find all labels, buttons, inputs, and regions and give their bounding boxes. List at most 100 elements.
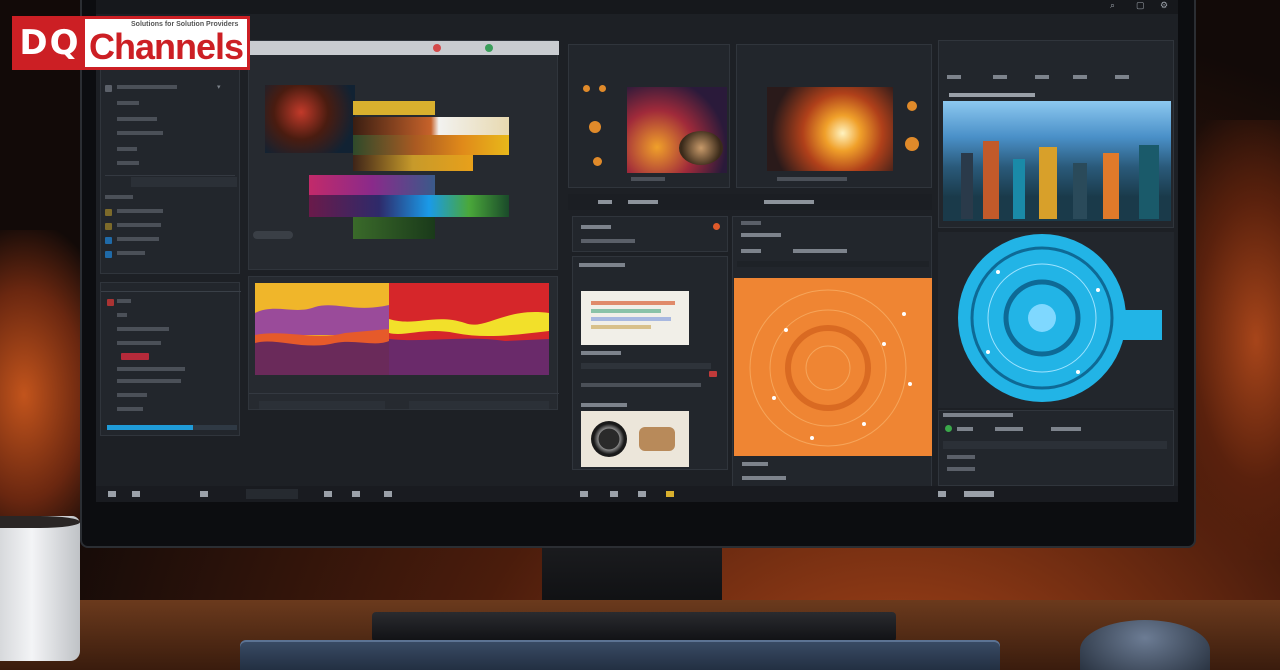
color-swatch[interactable] — [121, 353, 149, 360]
property-item[interactable] — [117, 379, 181, 383]
tray-icon[interactable] — [938, 491, 946, 497]
property-item[interactable] — [117, 341, 161, 345]
image-thumbnail[interactable] — [265, 85, 355, 153]
asset-thumbnail-objects[interactable] — [581, 411, 689, 467]
brand-name: Channels — [89, 26, 244, 67]
swatch-strip[interactable] — [309, 195, 509, 217]
property-item[interactable] — [117, 407, 143, 411]
swatch-strip[interactable] — [353, 217, 435, 239]
swatch-strip[interactable] — [309, 175, 435, 195]
brand-letters: DQ — [15, 19, 85, 67]
layer-item[interactable] — [117, 251, 145, 255]
tab-label[interactable] — [947, 75, 961, 79]
area-series-purple — [255, 305, 389, 335]
app-icon[interactable] — [580, 491, 588, 497]
asset-label — [581, 403, 627, 407]
marker-icon[interactable] — [593, 157, 602, 166]
layer-item[interactable] — [117, 223, 161, 227]
swatch-strip[interactable] — [353, 101, 435, 115]
tree-item[interactable] — [117, 85, 177, 89]
tab-label[interactable] — [1035, 75, 1049, 79]
transport-bar — [568, 194, 932, 210]
city-preview-image[interactable] — [943, 101, 1171, 221]
panel-header — [737, 261, 929, 267]
chevron-down-icon[interactable]: ▾ — [217, 83, 221, 91]
app-icon[interactable] — [132, 491, 140, 497]
taskbar — [96, 486, 1178, 502]
coffee-mug — [0, 516, 80, 661]
transport-button[interactable] — [628, 200, 658, 204]
play-icon[interactable] — [583, 85, 590, 92]
ok-icon[interactable] — [485, 44, 493, 52]
timeline-input[interactable] — [409, 401, 549, 409]
clip-label — [631, 177, 665, 181]
building — [983, 141, 999, 219]
radial-bg — [734, 278, 932, 456]
panel-title — [943, 413, 1013, 417]
area-chart — [255, 283, 549, 375]
asset-thumbnail-document[interactable] — [581, 291, 689, 345]
app-icon[interactable] — [200, 491, 208, 497]
node — [784, 328, 788, 332]
transport-button[interactable] — [764, 200, 814, 204]
building — [1073, 163, 1087, 219]
layer-icon — [105, 251, 112, 258]
record-icon[interactable] — [589, 121, 601, 133]
property-item[interactable] — [117, 393, 147, 397]
swatch-strip[interactable] — [353, 155, 473, 171]
left-sidebar: ▾ — [100, 64, 240, 274]
app-icon[interactable] — [384, 491, 392, 497]
pause-icon[interactable] — [599, 85, 606, 92]
refresh-icon[interactable] — [905, 137, 919, 151]
search-input[interactable] — [131, 177, 237, 187]
tree-item[interactable] — [117, 147, 137, 151]
tree-item[interactable] — [117, 117, 157, 121]
building — [1039, 147, 1057, 219]
transport-button[interactable] — [598, 200, 612, 204]
start-icon[interactable] — [108, 491, 116, 497]
tree-item[interactable] — [117, 161, 139, 165]
app-icon[interactable] — [352, 491, 360, 497]
taskbar-search-input[interactable] — [246, 489, 298, 499]
area-series-violet — [389, 338, 549, 375]
tree-item[interactable] — [117, 131, 163, 135]
property-row[interactable] — [943, 441, 1167, 449]
property-item[interactable] — [117, 313, 127, 317]
effect-icon[interactable] — [907, 101, 917, 111]
tree-item[interactable] — [117, 101, 139, 105]
tab-label[interactable] — [1073, 75, 1087, 79]
doc-line — [591, 301, 675, 305]
tab-label[interactable] — [993, 75, 1007, 79]
media-preview-panel — [568, 44, 730, 188]
tab-label[interactable] — [1115, 75, 1129, 79]
app-icon[interactable] — [324, 491, 332, 497]
swatch-strip[interactable] — [353, 135, 509, 155]
asset-row[interactable] — [581, 383, 701, 387]
delete-icon[interactable] — [709, 371, 717, 377]
app-icon[interactable] — [610, 491, 618, 497]
track-record-icon[interactable] — [713, 223, 720, 230]
layer-item[interactable] — [117, 237, 159, 241]
property-item[interactable] — [117, 299, 131, 303]
app-icon[interactable] — [638, 491, 646, 497]
property-item[interactable] — [117, 327, 169, 331]
layer-item[interactable] — [117, 209, 163, 213]
search-icon[interactable]: ⌕ — [1110, 0, 1115, 11]
close-icon[interactable] — [433, 44, 441, 52]
swatch-strip[interactable] — [353, 117, 509, 135]
building — [1139, 145, 1159, 219]
timeline-input[interactable] — [259, 401, 385, 409]
app-icon[interactable] — [666, 491, 674, 497]
field-label — [742, 476, 786, 480]
track-header — [572, 216, 728, 252]
asset-row[interactable] — [581, 363, 711, 369]
building — [1013, 159, 1025, 219]
window-control-icon[interactable]: ▢ — [1136, 0, 1145, 11]
media-preview-image[interactable] — [767, 87, 893, 171]
media-thumbnail-food[interactable] — [679, 131, 723, 165]
settings-icon[interactable]: ⚙ — [1160, 0, 1168, 11]
right-preview-panel — [938, 40, 1174, 228]
property-item[interactable] — [117, 367, 185, 371]
object-bread — [639, 427, 675, 451]
slider[interactable] — [253, 231, 293, 239]
